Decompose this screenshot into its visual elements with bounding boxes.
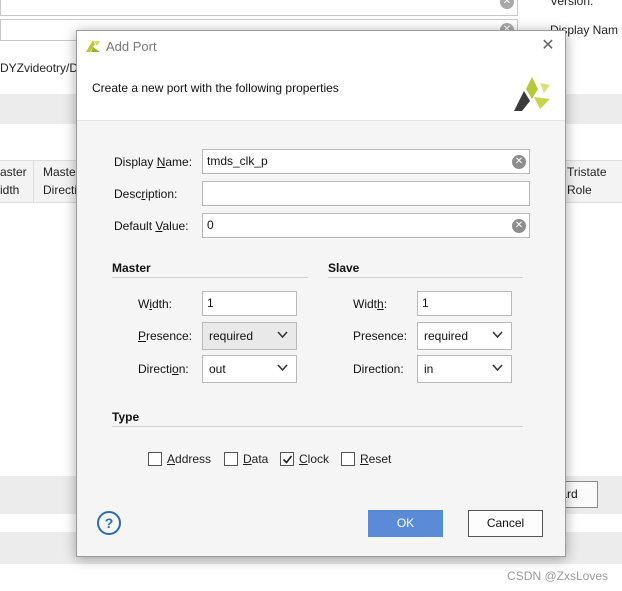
description-label: Description: bbox=[114, 187, 177, 201]
label-text: : bbox=[383, 297, 388, 311]
watermark: CSDN @ZxsLoves bbox=[507, 569, 608, 583]
slave-width-input[interactable]: 1 bbox=[417, 291, 512, 316]
bg-col-line: Role bbox=[567, 183, 592, 197]
slave-direction-label: Direction: bbox=[353, 362, 404, 376]
bg-col-master-width: aster idth bbox=[0, 163, 27, 199]
type-section-title: Type bbox=[112, 410, 140, 424]
label-text: n: bbox=[178, 362, 189, 376]
bg-col-tristate-role: Tristate Role bbox=[567, 163, 607, 199]
dialog-subtitle: Create a new port with the following pro… bbox=[92, 81, 339, 95]
label-text: dth: bbox=[152, 297, 173, 311]
bg-col-line: Maste bbox=[43, 165, 76, 179]
label-text: iption: bbox=[145, 187, 178, 201]
help-icon[interactable]: ? bbox=[97, 511, 121, 535]
master-width-input[interactable]: 1 bbox=[202, 291, 297, 316]
address-checkbox[interactable]: Address bbox=[148, 452, 211, 466]
label-mnemonic: R bbox=[360, 452, 369, 466]
cancel-button[interactable]: Cancel bbox=[468, 510, 543, 537]
master-width-label: Width: bbox=[138, 297, 172, 311]
bg-col-line: Directi bbox=[43, 183, 78, 197]
label-text: Default bbox=[114, 219, 156, 233]
label-text: resence: bbox=[146, 329, 193, 343]
vivado-logo-icon bbox=[514, 77, 550, 111]
master-direction-select[interactable]: out bbox=[202, 355, 297, 383]
select-value: in bbox=[424, 362, 434, 376]
select-value: required bbox=[209, 329, 254, 343]
label-text: Display bbox=[114, 155, 157, 169]
chevron-down-icon bbox=[277, 331, 288, 339]
chevron-down-icon bbox=[277, 364, 288, 372]
bg-col-divider bbox=[33, 160, 34, 203]
clock-checkbox[interactable]: Clock bbox=[280, 452, 329, 466]
label-text: W bbox=[138, 297, 150, 311]
slave-width-label: Width: bbox=[353, 297, 387, 311]
label-text: Directi bbox=[138, 362, 173, 376]
bg-col-line: idth bbox=[0, 183, 20, 197]
chevron-down-icon bbox=[492, 331, 503, 339]
label-mnemonic: o bbox=[172, 362, 179, 376]
ok-button[interactable]: OK bbox=[368, 510, 443, 537]
master-direction-label: Direction: bbox=[138, 362, 189, 376]
label-mnemonic: C bbox=[299, 452, 308, 466]
bg-input-top[interactable] bbox=[0, 0, 518, 16]
data-checkbox[interactable]: Data bbox=[224, 452, 268, 466]
bg-col-line: Tristate bbox=[567, 165, 607, 179]
close-icon[interactable]: ✕ bbox=[539, 37, 557, 55]
label-mnemonic: A bbox=[167, 452, 176, 466]
checkbox-label: lock bbox=[307, 452, 330, 466]
checkbox-box[interactable] bbox=[224, 452, 238, 466]
label-text: alue: bbox=[162, 219, 189, 233]
checkmark-icon bbox=[282, 455, 293, 464]
label-mnemonic: h bbox=[377, 297, 384, 311]
default-value-label: Default Value: bbox=[114, 219, 189, 233]
display-name-label: Display Name: bbox=[114, 155, 192, 169]
reset-checkbox[interactable]: Reset bbox=[341, 452, 391, 466]
select-value: out bbox=[209, 362, 226, 376]
select-value: required bbox=[424, 329, 469, 343]
bg-col-master-direction: Maste Directi bbox=[43, 163, 77, 199]
bg-path-text: DYZvideotry/DV bbox=[0, 61, 87, 75]
clear-display-name-icon[interactable]: ✕ bbox=[512, 155, 526, 169]
checkbox-box[interactable] bbox=[148, 452, 162, 466]
label-mnemonic: D bbox=[243, 452, 252, 466]
master-presence-select[interactable]: required bbox=[202, 322, 297, 350]
bg-version-label: Version: bbox=[550, 0, 594, 8]
slave-direction-select[interactable]: in bbox=[417, 355, 512, 383]
chevron-down-icon bbox=[492, 364, 503, 372]
slave-section-title: Slave bbox=[328, 261, 360, 275]
type-divider bbox=[112, 426, 523, 427]
checkbox-label: ddress bbox=[175, 452, 212, 466]
slave-divider bbox=[328, 277, 523, 278]
checkbox-label: eset bbox=[368, 452, 392, 466]
default-value-input[interactable]: 0 bbox=[202, 213, 530, 238]
checkbox-label: ata bbox=[251, 452, 269, 466]
description-input[interactable] bbox=[202, 181, 530, 206]
checkbox-box[interactable] bbox=[341, 452, 355, 466]
slave-presence-label: Presence: bbox=[353, 329, 408, 343]
add-port-dialog: Add Port ✕ Create a new port with the fo… bbox=[76, 30, 566, 557]
master-section-title: Master bbox=[112, 261, 151, 275]
checkbox-box[interactable] bbox=[280, 452, 294, 466]
vivado-app-icon bbox=[86, 40, 100, 52]
dialog-title: Add Port bbox=[106, 39, 157, 54]
label-text: ame: bbox=[165, 155, 193, 169]
master-divider bbox=[112, 277, 308, 278]
label-mnemonic: P bbox=[138, 329, 147, 343]
label-text: Desc bbox=[114, 187, 142, 201]
slave-presence-select[interactable]: required bbox=[417, 322, 512, 350]
title-bar[interactable]: Add Port ✕ bbox=[77, 31, 565, 61]
clear-default-value-icon[interactable]: ✕ bbox=[512, 219, 526, 233]
bg-col-line: aster bbox=[0, 165, 27, 179]
display-name-input[interactable]: tmds_clk_p bbox=[202, 149, 530, 174]
master-presence-label: Presence: bbox=[138, 329, 192, 343]
label-text: Widt bbox=[353, 297, 377, 311]
